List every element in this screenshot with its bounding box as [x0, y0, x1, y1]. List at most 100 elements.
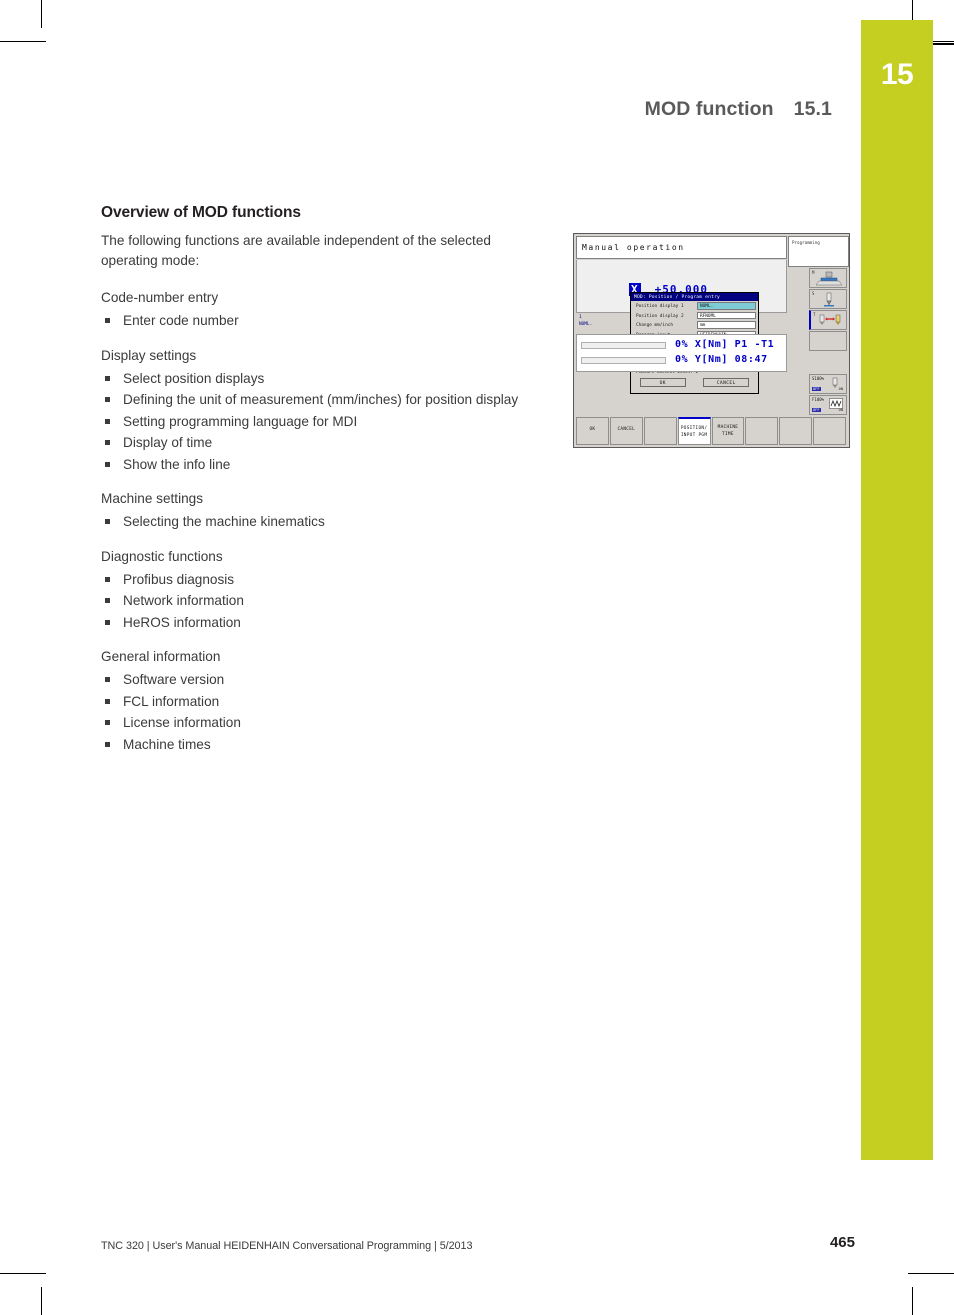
tnc-softkey[interactable]: POSITION/INPUT PGM: [677, 417, 711, 445]
function-list-item: Profibus diagnosis: [101, 570, 533, 590]
tnc-softkey[interactable]: [779, 417, 813, 445]
spindle-tool-icon: [824, 292, 834, 307]
tnc-axis-row-x: 0% X[Nm] P1 -T1: [675, 339, 775, 350]
tnc-dialog-field-value[interactable]: mm: [697, 321, 756, 329]
bullet-square-icon: [105, 619, 110, 625]
function-list-item-label: License information: [123, 715, 241, 730]
function-list-item-label: Software version: [123, 672, 225, 687]
function-list-item-label: Machine times: [123, 736, 211, 752]
function-list-item: Select position displays: [101, 369, 533, 389]
tnc-vkey-feed-override[interactable]: F100% OFF ON: [809, 395, 847, 415]
tnc-dialog-ok-button[interactable]: OK: [639, 378, 686, 387]
tnc-softkey[interactable]: [745, 417, 779, 445]
bullet-square-icon: [105, 461, 110, 467]
tool-change-icon: [819, 314, 841, 325]
function-list: Selecting the machine kinematics: [101, 512, 533, 532]
tnc-override-off-label: OFF: [812, 408, 821, 412]
tnc-softkey[interactable]: MACHINE TIME: [711, 417, 745, 445]
tnc-dialog-cancel-button[interactable]: CANCEL: [703, 378, 750, 387]
function-group-heading: Diagnostic functions: [101, 548, 223, 564]
tnc-override-softkey-column: S100% OFF ON F100% OFF ON: [809, 374, 847, 416]
machine-table-icon: [815, 271, 843, 286]
tnc-dialog-field-row[interactable]: Position display 2 RFNOML: [635, 311, 756, 321]
intro-paragraph: The following functions are available in…: [101, 233, 491, 268]
function-list-item-label: Show the info line: [123, 456, 231, 472]
function-list: Select position displays Defining the uni…: [101, 369, 533, 475]
function-list-item-label: HeROS information: [123, 614, 241, 630]
tnc-vertical-softkey-column: M S T: [809, 268, 847, 372]
tnc-softkey-label-line2: TIME: [722, 432, 734, 437]
function-list-item-label: Select position displays: [123, 370, 265, 386]
page-title: Overview of MOD functions: [101, 204, 301, 221]
function-list: Profibus diagnosis Network information HeR…: [101, 570, 533, 633]
function-group: General information Software version FCL i…: [101, 647, 533, 754]
tnc-softkey-row: OK CANCEL POSITION/INPUT PGM MACHINE TIME: [576, 417, 847, 445]
function-list-item-label: Defining the unit of measurement (mm/inc…: [123, 392, 519, 407]
tnc-mod-dialog-title: MOD: Position / Program entry: [631, 293, 758, 301]
tnc-vkey-spindle-tool[interactable]: S: [809, 289, 847, 309]
function-group: Code-number entry Enter code number: [101, 288, 533, 331]
tnc-dialog-button-row: OK CANCEL: [631, 378, 758, 387]
tnc-vkey-spindle-override[interactable]: S100% OFF ON: [809, 374, 847, 394]
feed-override-icon: [829, 398, 843, 409]
function-list-item-label: Enter code number: [123, 313, 239, 328]
bullet-square-icon: [105, 576, 110, 582]
tnc-softkey-label-line1: POSITION/: [680, 426, 708, 431]
tnc-dialog-field-row[interactable]: Position display 1 NOML.: [635, 302, 756, 311]
tnc-softkey-label-line2: INPUT PGM: [680, 433, 708, 438]
function-list-item: Software version: [101, 670, 533, 690]
function-list-item-label: Display of time: [123, 435, 213, 450]
function-list-item-label: FCL information: [123, 693, 220, 709]
tnc-softkey[interactable]: OK: [576, 417, 609, 445]
tnc-dialog-field-label: Change mm/inch: [636, 323, 674, 328]
tnc-vkey-machine-table[interactable]: M: [809, 268, 847, 288]
function-group-heading: Display settings: [101, 347, 197, 363]
function-list-item-label: Selecting the machine kinematics: [123, 514, 325, 529]
bullet-square-icon: [105, 598, 110, 603]
tnc-dialog-field-label: Position display 2: [636, 313, 684, 319]
function-groups: Code-number entry Enter code number Displa…: [101, 288, 533, 754]
crop-mark-bottom-left-vertical: [41, 1287, 42, 1315]
crop-mark-bottom-left-horizontal: [0, 1273, 46, 1274]
bullet-square-icon: [105, 440, 110, 445]
running-head: MOD function 15.1: [645, 98, 832, 121]
bullet-square-icon: [105, 720, 110, 725]
function-list-item: FCL information: [101, 692, 533, 712]
function-group: Machine settings Selecting the machine ki…: [101, 489, 533, 532]
tnc-dialog-field-value[interactable]: NOML.: [697, 302, 756, 310]
bullet-square-icon: [105, 741, 110, 747]
tnc-small-status-line1: 1: [579, 315, 582, 320]
function-list-item-label: Network information: [123, 593, 244, 608]
function-list-item-label: Profibus diagnosis: [123, 571, 235, 587]
function-list-item: Machine times: [101, 735, 533, 755]
tnc-dialog-field-row[interactable]: Change mm/inch mm: [635, 321, 756, 330]
bullet-square-icon: [105, 318, 110, 323]
bullet-square-icon: [105, 375, 110, 381]
crop-mark-top-left-horizontal: [0, 41, 46, 42]
function-list-item: Setting programming language for MDI: [101, 412, 533, 432]
tnc-softkey[interactable]: CANCEL: [609, 417, 643, 445]
tnc-vkey-blank[interactable]: [809, 331, 847, 351]
tnc-override-off-label: OFF: [812, 387, 821, 391]
chapter-tab: [861, 20, 933, 1160]
tnc-softkey[interactable]: [813, 417, 846, 445]
function-group-heading: General information: [101, 649, 221, 664]
function-list-item: Show the info line: [101, 455, 533, 475]
function-list-item: Enter code number: [101, 311, 533, 331]
page-number: 465: [829, 1234, 855, 1251]
tnc-override-percent: S100%: [812, 376, 825, 381]
function-list-item: Network information: [101, 591, 533, 611]
function-list-item: Display of time: [101, 433, 533, 453]
tnc-load-bar-y: [581, 357, 666, 364]
tnc-softkey[interactable]: [643, 417, 677, 445]
function-list-item: Defining the unit of measurement (mm/inc…: [101, 390, 533, 410]
tnc-vkey-tool-change[interactable]: T: [809, 310, 847, 330]
bullet-square-icon: [105, 519, 110, 524]
tnc-axis-row-y: 0% Y[Nm] 08:47: [675, 354, 768, 365]
tnc-dialog-field-value[interactable]: RFNOML: [697, 311, 756, 319]
tnc-softkey-label-line1: MACHINE: [717, 425, 739, 430]
function-list-item: HeROS information: [101, 613, 533, 633]
chapter-number: 15: [880, 58, 914, 91]
function-list-item: License information: [101, 713, 533, 733]
tnc-mode-title: Manual operation: [576, 236, 787, 259]
